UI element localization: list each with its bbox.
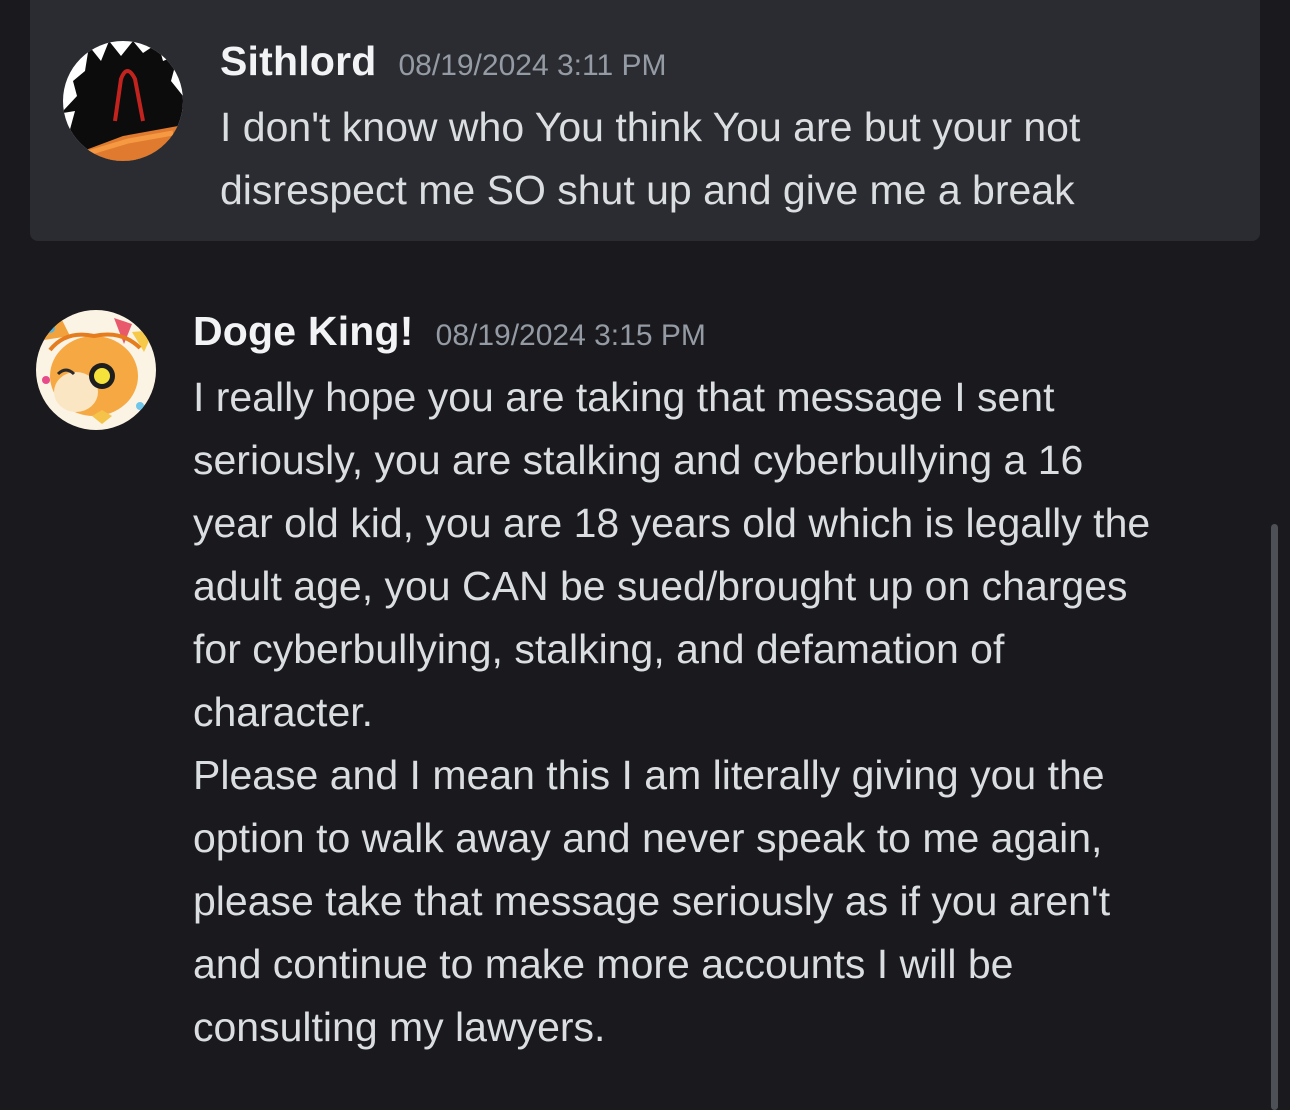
user-avatar[interactable] <box>36 310 156 430</box>
message-item[interactable]: Sithlord 08/19/2024 3:11 PM I don't know … <box>30 0 1260 241</box>
username[interactable]: Doge King! <box>193 308 414 354</box>
username[interactable]: Sithlord <box>220 38 376 84</box>
timestamp: 08/19/2024 3:15 PM <box>435 319 706 352</box>
orange-fox-character-avatar-icon <box>36 310 156 430</box>
message-item[interactable]: Doge King! 08/19/2024 3:15 PM I really ho… <box>0 290 1290 1090</box>
user-avatar[interactable] <box>63 41 183 161</box>
timestamp: 08/19/2024 3:11 PM <box>398 49 667 82</box>
dark-spiky-character-avatar-icon <box>63 41 183 161</box>
message-content: I really hope you are taking that messag… <box>193 374 1151 1050</box>
message-header: Doge King! 08/19/2024 3:15 PM <box>193 308 706 355</box>
message-header: Sithlord 08/19/2024 3:11 PM <box>220 38 666 85</box>
message-content: I don't know who You think You are but y… <box>220 104 1081 213</box>
scrollbar-thumb[interactable] <box>1271 524 1278 1110</box>
chat-message-list: Sithlord 08/19/2024 3:11 PM I don't know … <box>0 0 1290 1110</box>
